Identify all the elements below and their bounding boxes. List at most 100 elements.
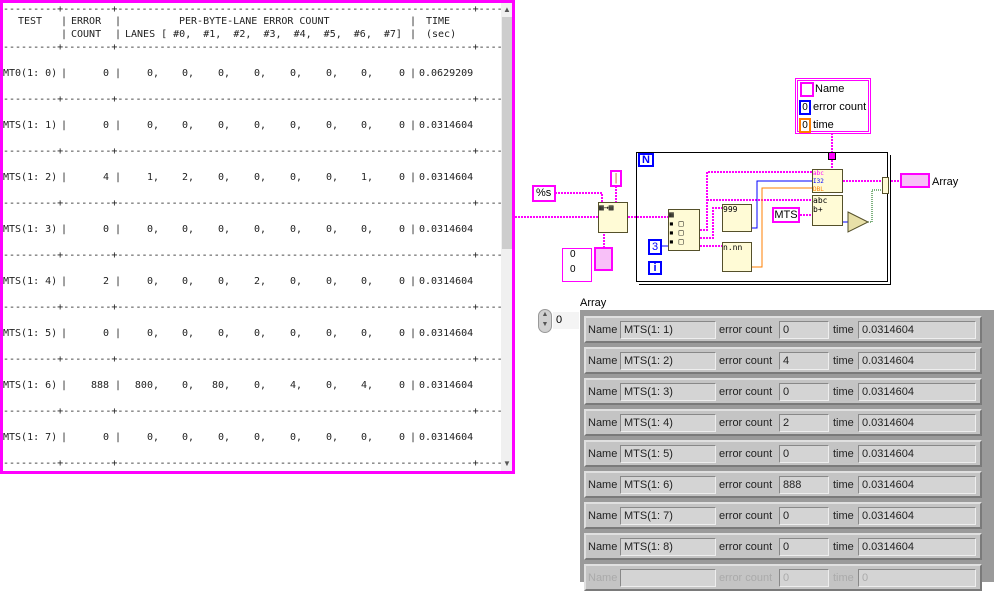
row-time: 0.0314604 bbox=[419, 432, 474, 443]
time-field[interactable]: 0.0314604 bbox=[858, 352, 976, 370]
row-lane-count: 800, bbox=[134, 380, 159, 391]
array-indicator-terminal[interactable] bbox=[900, 173, 930, 188]
mts-constant[interactable]: MTS bbox=[772, 207, 800, 223]
name-field[interactable]: MTS(1: 5) bbox=[620, 445, 716, 463]
error-count-label: error count bbox=[719, 510, 773, 522]
error-count-field[interactable]: 0 bbox=[779, 507, 829, 525]
column-separator: | bbox=[410, 328, 417, 339]
name-label: Name bbox=[588, 386, 618, 398]
bundle-node[interactable]: abc I32 DBL bbox=[812, 169, 843, 193]
row-lane-count: 0 bbox=[398, 380, 405, 391]
time-label: time bbox=[833, 479, 854, 491]
row-error-count: 0 bbox=[102, 328, 109, 339]
time-field[interactable]: 0.0314604 bbox=[858, 476, 976, 494]
format-string-constant[interactable]: %s bbox=[532, 185, 556, 202]
array-index-field[interactable]: 0 bbox=[553, 312, 579, 329]
bundle-type-int: I32 bbox=[813, 178, 824, 185]
row-lane-count: 0, bbox=[289, 432, 302, 443]
name-label: Name bbox=[588, 541, 618, 553]
row-lane-count: 0, bbox=[253, 380, 266, 391]
time-field[interactable]: 0.0314604 bbox=[858, 507, 976, 525]
array-element-cluster: Name MTS(1: 1) error count 0 time 0.0314604 bbox=[584, 316, 982, 343]
row-lane-count: 0, bbox=[289, 328, 302, 339]
error-count-field[interactable]: 4 bbox=[779, 352, 829, 370]
index-array-node[interactable]: ▦ ▪ □ ▪ □ ▪ □ bbox=[668, 209, 700, 251]
array-element-cluster: Name MTS(1: 3) error count 0 time 0.0314604 bbox=[584, 378, 982, 405]
int-format-label: 999 bbox=[723, 205, 738, 214]
time-field[interactable]: 0.0314604 bbox=[858, 383, 976, 401]
error-count-field[interactable]: 0 bbox=[779, 569, 829, 587]
time-label: time bbox=[833, 386, 854, 398]
error-count-field[interactable]: 888 bbox=[779, 476, 829, 494]
name-label: Name bbox=[815, 83, 845, 95]
error-count-field[interactable]: 0 bbox=[779, 321, 829, 339]
loop-count-terminal[interactable]: N bbox=[638, 153, 654, 167]
array-indicator: Name MTS(1: 1) error count 0 time 0.0314604 Na… bbox=[580, 310, 994, 591]
name-field[interactable]: MTS(1: 4) bbox=[620, 414, 716, 432]
dbl-format-label: n.nn bbox=[723, 243, 743, 252]
error-count-constant[interactable]: 0 bbox=[799, 100, 811, 115]
time-constant[interactable]: 0 bbox=[799, 118, 811, 133]
row-time: 0.0314604 bbox=[419, 328, 474, 339]
scan-number-dbl-node[interactable]: n.nn bbox=[722, 242, 752, 272]
cluster-constant[interactable]: Name 0 error count 0 time bbox=[795, 78, 871, 134]
time-label: time bbox=[833, 448, 854, 460]
name-label: Name bbox=[588, 355, 618, 367]
loop-iteration-terminal[interactable]: i bbox=[648, 261, 662, 275]
time-field[interactable]: 0.0314604 bbox=[858, 321, 976, 339]
name-field[interactable]: MTS(1: 7) bbox=[620, 507, 716, 525]
error-count-field[interactable]: 0 bbox=[779, 383, 829, 401]
name-field[interactable]: MTS(1: 8) bbox=[620, 538, 716, 556]
row-error-count: 0 bbox=[102, 432, 109, 443]
array-constant-value[interactable]: 0 bbox=[570, 249, 591, 264]
array-element-cluster: Name MTS(1: 6) error count 888 time 0.0314604 bbox=[584, 471, 982, 498]
array-element-cluster: Name MTS(1: 8) error count 0 time 0.0314604 bbox=[584, 533, 982, 560]
time-field[interactable]: 0.0314604 bbox=[858, 445, 976, 463]
name-label: Name bbox=[588, 479, 618, 491]
name-field[interactable]: MTS(1: 3) bbox=[620, 383, 716, 401]
array-constant[interactable]: 0 0 bbox=[562, 248, 592, 282]
time-field[interactable]: 0.0314604 bbox=[858, 414, 976, 432]
row-lane-count: 0, bbox=[253, 328, 266, 339]
error-count-field[interactable]: 2 bbox=[779, 414, 829, 432]
row-lane-count: 80, bbox=[211, 380, 230, 391]
array-element-cluster: Name error count 0 time 0 bbox=[584, 564, 982, 591]
time-field[interactable]: 0.0314604 bbox=[858, 538, 976, 556]
row-lane-count: 0, bbox=[146, 432, 159, 443]
name-field[interactable]: MTS(1: 1) bbox=[620, 321, 716, 339]
column-separator: | bbox=[410, 432, 417, 443]
index-spinner[interactable]: ▲ ▼ bbox=[538, 309, 552, 333]
error-count-field[interactable]: 0 bbox=[779, 538, 829, 556]
time-label: time bbox=[813, 119, 834, 131]
name-field[interactable]: MTS(1: 6) bbox=[620, 476, 716, 494]
spreadsheet-string-to-array-node[interactable]: ▦→▦ bbox=[598, 202, 628, 233]
name-label: Name bbox=[588, 572, 618, 584]
row-lane-count: 0, bbox=[325, 328, 338, 339]
name-label: Name bbox=[588, 510, 618, 522]
row-lane-count: 0, bbox=[325, 380, 338, 391]
empty-string-constant[interactable] bbox=[594, 247, 613, 271]
index-constant[interactable]: 3 bbox=[648, 239, 662, 255]
array-element-cluster: Name MTS(1: 7) error count 0 time 0.0314604 bbox=[584, 502, 982, 529]
string-wire bbox=[555, 192, 603, 202]
column-separator: | bbox=[410, 380, 417, 391]
error-count-label: error count bbox=[719, 448, 773, 460]
name-field[interactable]: MTS(1: 2) bbox=[620, 352, 716, 370]
scroll-down-icon[interactable]: ▼ bbox=[501, 458, 512, 470]
error-count-label: error count bbox=[719, 324, 773, 336]
error-count-field[interactable]: 0 bbox=[779, 445, 829, 463]
row-lane-count: 0, bbox=[181, 432, 194, 443]
name-field[interactable] bbox=[620, 569, 716, 587]
time-label: time bbox=[833, 541, 854, 553]
name-string-constant[interactable] bbox=[800, 82, 814, 97]
array-element-cluster: Name MTS(1: 5) error count 0 time 0.0314604 bbox=[584, 440, 982, 467]
row-time: 0.0314604 bbox=[419, 380, 474, 391]
time-field[interactable]: 0 bbox=[858, 569, 976, 587]
time-label: time bbox=[833, 572, 854, 584]
delimiter-constant[interactable]: | bbox=[610, 170, 622, 187]
array-constant-value[interactable]: 0 bbox=[570, 264, 591, 279]
match-pattern-node[interactable]: abc b+ bbox=[812, 195, 843, 226]
array-label: Array bbox=[580, 297, 607, 309]
time-label: time bbox=[833, 355, 854, 367]
scan-number-int-node[interactable]: 999 bbox=[722, 204, 752, 232]
